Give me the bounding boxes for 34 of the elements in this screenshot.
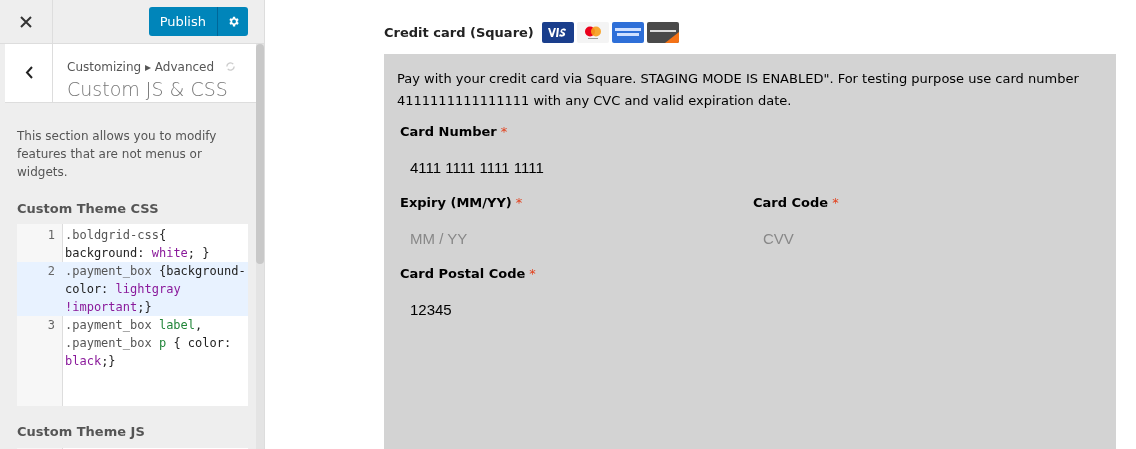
card-logo-icon bbox=[646, 22, 679, 43]
refresh-icon bbox=[225, 61, 236, 72]
code-line: .boldgrid-css{ background: white; } bbox=[64, 227, 211, 263]
code-line: .payment_box label, .payment_box p { color: black;} bbox=[64, 317, 233, 371]
close-icon bbox=[20, 15, 32, 28]
card-logo-icon bbox=[611, 22, 644, 43]
card-logo-icon bbox=[541, 22, 574, 43]
card-logo-icon bbox=[576, 22, 609, 43]
line-number: 2 bbox=[46, 263, 56, 281]
back-icon bbox=[24, 66, 33, 80]
line-number: 3 bbox=[46, 317, 56, 335]
js-label: Custom Theme JS bbox=[17, 423, 146, 442]
section-description: This section allows you to modify features that are not menus or widgets. bbox=[17, 127, 218, 181]
required-mark: * bbox=[529, 265, 536, 283]
required-mark: * bbox=[515, 194, 523, 212]
input-field[interactable]: CVV bbox=[753, 224, 1053, 252]
payment-method-label: Credit card (Square) bbox=[384, 23, 534, 42]
input-field[interactable]: MM / YY bbox=[400, 224, 700, 252]
field-label: Card Postal Code bbox=[400, 265, 526, 283]
required-mark: * bbox=[832, 194, 839, 212]
settings-button[interactable] bbox=[218, 7, 248, 36]
css-label: Custom Theme CSS bbox=[17, 199, 160, 218]
required-mark: * bbox=[500, 123, 508, 141]
payment-description: Pay with your credit card via Square. STAGING MODE IS ENABLED". For testing purpose use card number 4111111111111111 with any CVC and valid expiration date. bbox=[397, 70, 1080, 110]
input-field[interactable]: 12345 bbox=[400, 295, 700, 323]
input-field[interactable]: 4111 1111 1111 1111 bbox=[400, 153, 700, 181]
field-label: Card Number bbox=[400, 123, 497, 141]
section-title: Custom JS & CSS bbox=[67, 78, 229, 102]
line-number: 1 bbox=[46, 227, 56, 245]
breadcrumb: Customizing ▸ Advanced bbox=[67, 59, 215, 76]
field-label: Expiry (MM/YY) bbox=[400, 194, 512, 212]
field-label: Card Code bbox=[753, 194, 829, 212]
publish-button[interactable]: Publish bbox=[148, 7, 218, 36]
code-line: .payment_box {background-color: lightgray !important;} bbox=[64, 263, 247, 317]
